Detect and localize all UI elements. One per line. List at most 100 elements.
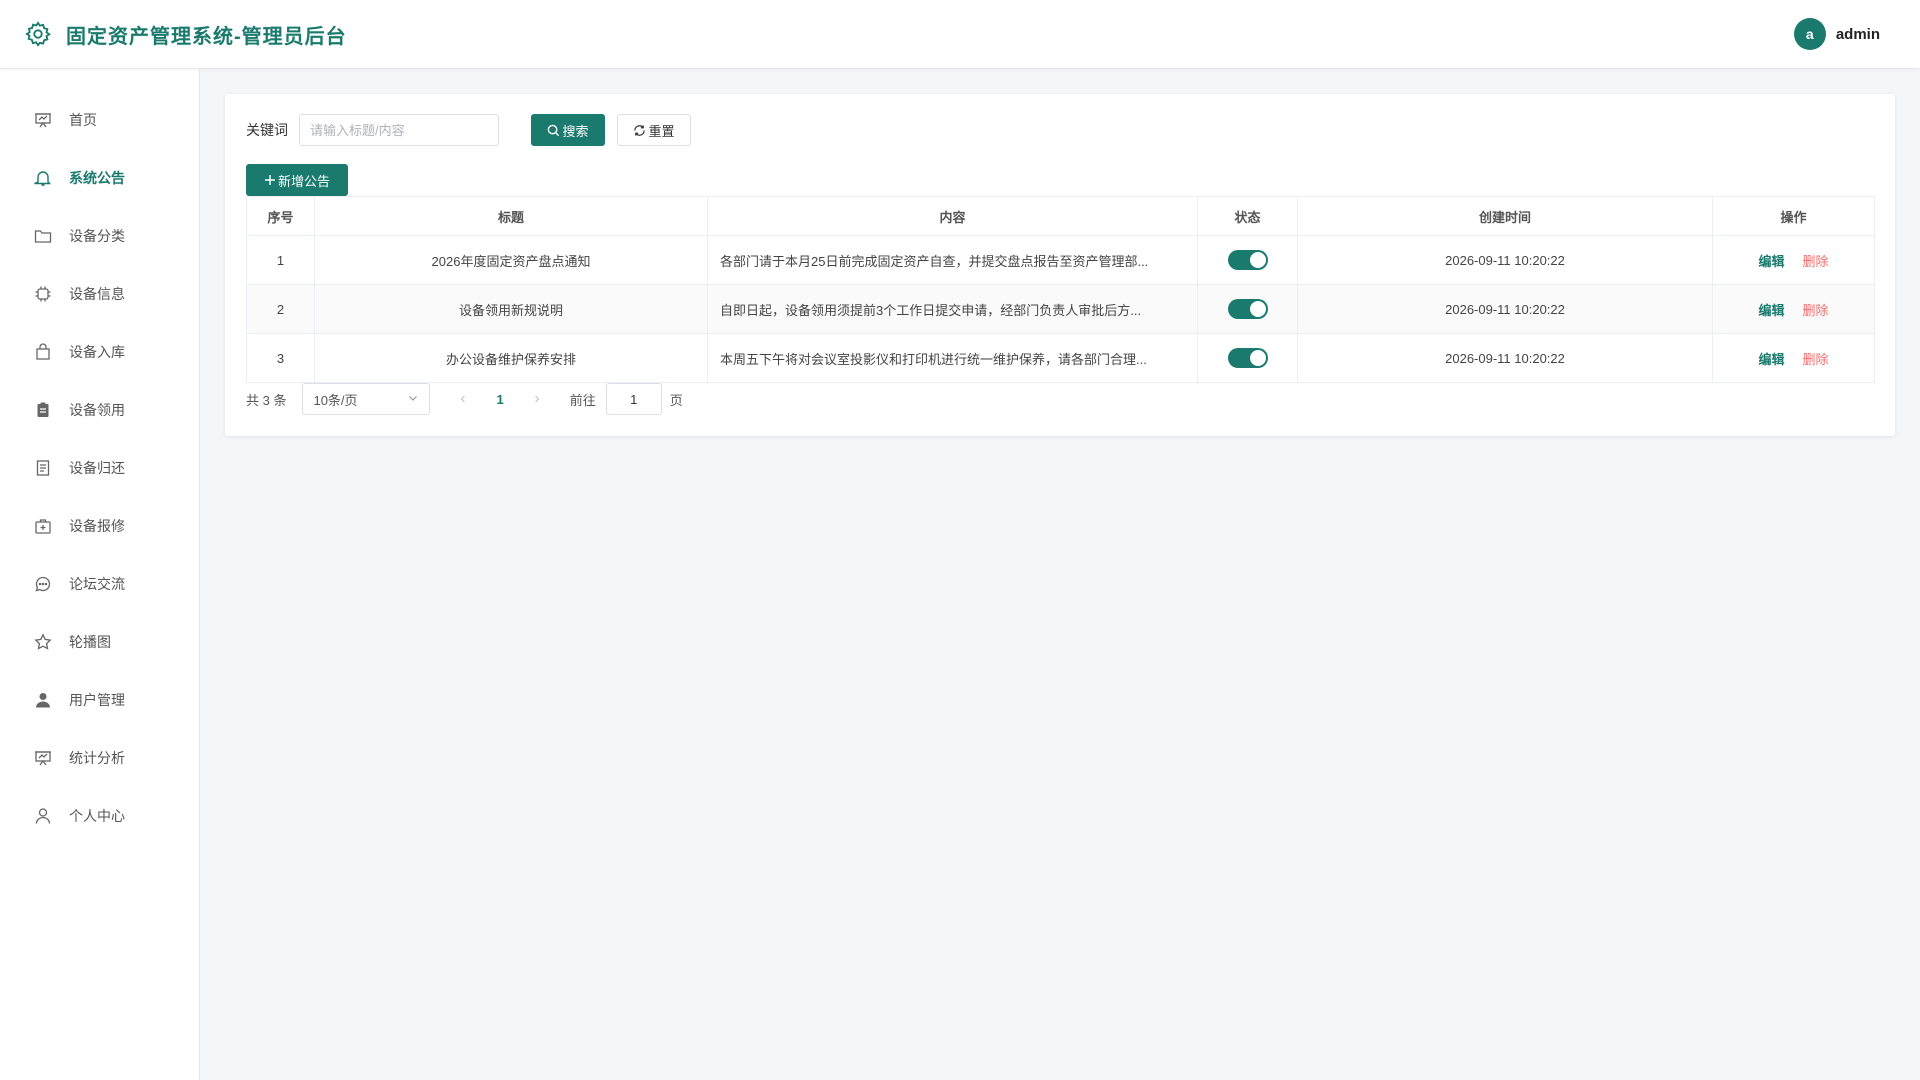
add-announcement-button[interactable]: 新增公告 [246, 164, 348, 196]
reset-button[interactable]: 重置 [617, 114, 691, 146]
star-icon [34, 633, 52, 651]
search-bar: 关键词 搜索 重置 [246, 114, 1874, 146]
toolbar: 新增公告 [246, 164, 1874, 196]
username[interactable]: admin [1836, 26, 1880, 43]
table-header-row: 序号 标题 内容 状态 创建时间 操作 [246, 196, 1875, 236]
search-input[interactable] [299, 114, 499, 146]
main-panel: 关键词 搜索 重置 新增公告 序号 标 [225, 94, 1895, 436]
next-page-button[interactable] [532, 391, 542, 407]
user-icon [34, 807, 52, 825]
sidebar-item-label: 个人中心 [69, 808, 125, 824]
cell-created: 2026-09-11 10:20:22 [1297, 284, 1713, 334]
status-toggle[interactable] [1227, 348, 1268, 368]
column-header-content: 内容 [707, 196, 1198, 236]
status-toggle[interactable] [1227, 250, 1268, 270]
sidebar-item-device-category[interactable]: 设备分类 [0, 207, 199, 265]
chevron-right-icon [534, 395, 540, 403]
presentation-icon [34, 111, 52, 129]
cell-title: 设备领用新规说明 [314, 284, 708, 334]
prev-page-button[interactable] [458, 391, 468, 407]
goto-label: 前往 [569, 392, 596, 408]
sidebar-item-label: 论坛交流 [69, 576, 125, 592]
cell-index: 2 [246, 284, 315, 334]
avatar[interactable]: a [1793, 18, 1826, 50]
sidebar-item-label: 统计分析 [69, 750, 125, 766]
cell-created: 2026-09-11 10:20:22 [1297, 235, 1713, 285]
sidebar-item-device-return[interactable]: 设备归还 [0, 439, 199, 497]
user-menu[interactable]: a admin [1793, 18, 1880, 50]
sidebar-item-label: 用户管理 [69, 692, 125, 708]
sidebar-item-label: 设备领用 [69, 402, 125, 418]
goto-page-input[interactable] [605, 383, 662, 415]
table-row: 1 2026年度固定资产盘点通知 各部门请于本月25日前完成固定资产自查，并提交… [246, 235, 1875, 285]
cell-status [1197, 284, 1298, 334]
cell-index: 3 [246, 333, 315, 383]
column-header-status: 状态 [1197, 196, 1298, 236]
sidebar-item-forum[interactable]: 论坛交流 [0, 555, 199, 613]
edit-button[interactable]: 编辑 [1758, 352, 1784, 367]
delete-button[interactable]: 删除 [1803, 352, 1829, 367]
bell-icon [34, 169, 52, 187]
sidebar-item-label: 轮播图 [69, 634, 111, 650]
medical-box-icon [34, 517, 52, 535]
cell-content: 各部门请于本月25日前完成固定资产自查，并提交盘点报告至资产管理部... [707, 235, 1198, 285]
cell-content: 本周五下午将对会议室投影仪和打印机进行统一维护保养，请各部门合理... [707, 333, 1198, 383]
keyword-label: 关键词 [246, 122, 288, 138]
total-count: 共 3 条 [246, 392, 287, 408]
bag-icon [34, 343, 52, 361]
cell-actions: 编辑 删除 [1712, 333, 1875, 383]
chevron-down-icon [407, 392, 419, 407]
page-size-select[interactable]: 10条/页 [302, 383, 431, 415]
edit-button[interactable]: 编辑 [1758, 303, 1784, 318]
status-toggle[interactable] [1227, 299, 1268, 319]
sidebar-item-device-info[interactable]: 设备信息 [0, 265, 199, 323]
sidebar-item-carousel[interactable]: 轮播图 [0, 613, 199, 671]
sidebar-item-label: 首页 [69, 112, 97, 128]
sidebar-item-user-management[interactable]: 用户管理 [0, 671, 199, 729]
cell-status [1197, 333, 1298, 383]
sidebar-item-device-checkout[interactable]: 设备领用 [0, 381, 199, 439]
delete-button[interactable]: 删除 [1803, 303, 1829, 318]
delete-button[interactable]: 删除 [1803, 254, 1829, 269]
sidebar: 首页 系统公告 设备分类 设备信息 设备入库 设备领用 设备归还 设备报修 论坛… [0, 69, 200, 1080]
table-row: 2 设备领用新规说明 自即日起，设备领用须提前3个工作日提交申请，经部门负责人审… [246, 284, 1875, 334]
sidebar-item-device-inbound[interactable]: 设备入库 [0, 323, 199, 381]
page-number-current[interactable]: 1 [496, 392, 503, 407]
cell-actions: 编辑 删除 [1712, 235, 1875, 285]
chat-icon [34, 575, 52, 593]
sidebar-item-label: 设备报修 [69, 518, 125, 534]
column-header-title: 标题 [314, 196, 708, 236]
column-header-created: 创建时间 [1297, 196, 1713, 236]
sidebar-item-device-repair[interactable]: 设备报修 [0, 497, 199, 555]
sidebar-item-label: 系统公告 [69, 170, 125, 186]
cell-created: 2026-09-11 10:20:22 [1297, 333, 1713, 383]
clipboard-icon [34, 401, 52, 419]
cell-index: 1 [246, 235, 315, 285]
sidebar-item-profile[interactable]: 个人中心 [0, 787, 199, 845]
announcement-table: 序号 标题 内容 状态 创建时间 操作 1 2026年度固定资产盘点通知 各部门… [246, 196, 1875, 383]
sidebar-item-label: 设备信息 [69, 286, 125, 302]
chip-icon [34, 285, 52, 303]
sidebar-item-label: 设备归还 [69, 460, 125, 476]
sidebar-item-home[interactable]: 首页 [0, 91, 199, 149]
cell-title: 2026年度固定资产盘点通知 [314, 235, 708, 285]
top-header: 固定资产管理系统-管理员后台 a admin [0, 0, 1920, 69]
pagination: 共 3 条 10条/页 1 前往 页 [246, 383, 1874, 415]
search-button-label: 搜索 [562, 123, 589, 139]
sidebar-item-label: 设备分类 [69, 228, 125, 244]
column-header-index: 序号 [246, 196, 315, 236]
cell-actions: 编辑 删除 [1712, 284, 1875, 334]
search-button[interactable]: 搜索 [531, 114, 605, 146]
table-row: 3 办公设备维护保养安排 本周五下午将对会议室投影仪和打印机进行统一维护保养，请… [246, 333, 1875, 383]
sidebar-item-statistics[interactable]: 统计分析 [0, 729, 199, 787]
user-filled-icon [34, 691, 52, 709]
sidebar-item-announcements[interactable]: 系统公告 [0, 149, 199, 207]
page-unit-label: 页 [669, 392, 683, 408]
column-header-actions: 操作 [1712, 196, 1875, 236]
chevron-left-icon [461, 395, 466, 403]
presentation-icon [34, 749, 52, 767]
search-icon [547, 124, 560, 137]
plus-icon [264, 174, 276, 186]
edit-button[interactable]: 编辑 [1758, 254, 1784, 269]
page-size-value: 10条/页 [313, 392, 358, 408]
